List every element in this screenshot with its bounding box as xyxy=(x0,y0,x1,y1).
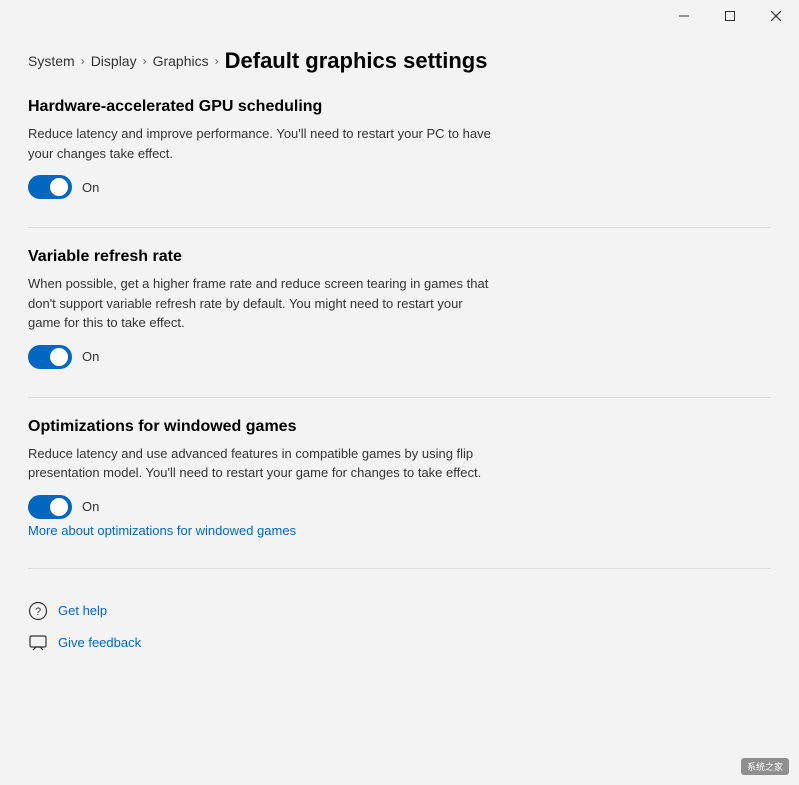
breadcrumb-sep-2: › xyxy=(143,54,147,68)
variable-refresh-toggle-label: On xyxy=(82,349,99,364)
windowed-games-toggle-row: On xyxy=(28,495,771,519)
divider-3 xyxy=(28,568,771,569)
windowed-games-section: Optimizations for windowed games Reduce … xyxy=(28,418,771,540)
windowed-games-desc: Reduce latency and use advanced features… xyxy=(28,444,498,483)
variable-refresh-section: Variable refresh rate When possible, get… xyxy=(28,248,771,369)
variable-refresh-title: Variable refresh rate xyxy=(28,248,771,266)
gpu-scheduling-toggle-row: On xyxy=(28,175,771,199)
breadcrumb-display[interactable]: Display xyxy=(91,53,137,69)
minimize-button[interactable] xyxy=(661,0,707,32)
variable-refresh-toggle[interactable] xyxy=(28,345,72,369)
breadcrumb-graphics[interactable]: Graphics xyxy=(153,53,209,69)
get-help-item: ? Get help xyxy=(28,601,771,621)
windowed-games-link[interactable]: More about optimizations for windowed ga… xyxy=(28,523,296,538)
close-button[interactable] xyxy=(753,0,799,32)
gpu-scheduling-toggle-label: On xyxy=(82,180,99,195)
divider-2 xyxy=(28,397,771,398)
breadcrumb: System › Display › Graphics › Default gr… xyxy=(28,48,771,74)
feedback-icon xyxy=(28,633,48,653)
main-content: System › Display › Graphics › Default gr… xyxy=(0,0,799,785)
gpu-scheduling-title: Hardware-accelerated GPU scheduling xyxy=(28,98,771,116)
breadcrumb-sep-3: › xyxy=(215,54,219,68)
windowed-games-toggle[interactable] xyxy=(28,495,72,519)
page-title: Default graphics settings xyxy=(225,48,488,74)
variable-refresh-desc: When possible, get a higher frame rate a… xyxy=(28,274,498,333)
give-feedback-link[interactable]: Give feedback xyxy=(58,635,141,650)
variable-refresh-toggle-row: On xyxy=(28,345,771,369)
breadcrumb-system[interactable]: System xyxy=(28,53,75,69)
windowed-games-title: Optimizations for windowed games xyxy=(28,418,771,436)
get-help-link[interactable]: Get help xyxy=(58,603,107,618)
help-icon: ? xyxy=(28,601,48,621)
gpu-scheduling-toggle[interactable] xyxy=(28,175,72,199)
footer-links: ? Get help Give feedback xyxy=(28,601,771,653)
maximize-button[interactable] xyxy=(707,0,753,32)
svg-text:?: ? xyxy=(35,606,41,618)
divider-1 xyxy=(28,227,771,228)
windowed-games-toggle-label: On xyxy=(82,499,99,514)
gpu-scheduling-desc: Reduce latency and improve performance. … xyxy=(28,124,498,163)
give-feedback-item: Give feedback xyxy=(28,633,771,653)
title-bar xyxy=(661,0,799,32)
breadcrumb-sep-1: › xyxy=(81,54,85,68)
gpu-scheduling-section: Hardware-accelerated GPU scheduling Redu… xyxy=(28,98,771,199)
